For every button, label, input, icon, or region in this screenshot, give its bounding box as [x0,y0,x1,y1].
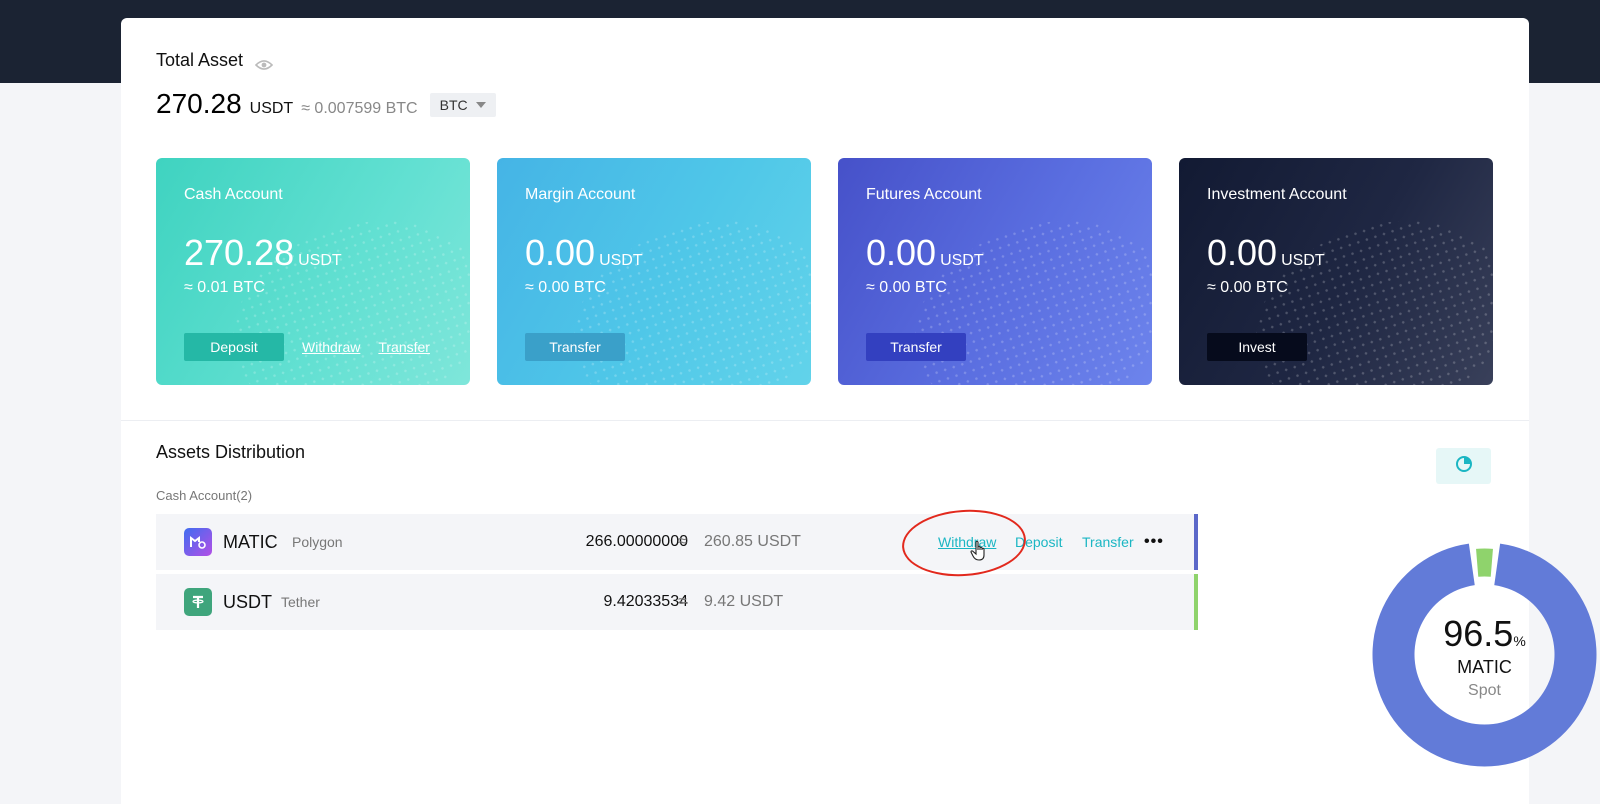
asset-amount: 266.00000000 [585,533,688,550]
card-unit: USDT [298,252,342,269]
cash-account-card: Cash Account 270.28 USDT ≈ 0.01 BTC Depo… [156,158,470,385]
asset-usdt-value: 9.42 USDT [704,593,784,610]
donut-spot-label: Spot [1468,682,1501,699]
approx-sign: ≈ [678,593,687,610]
donut-segment-usdt [1476,548,1493,577]
withdraw-link[interactable]: Withdraw [302,339,360,355]
card-amount: 0.00 [1207,232,1278,273]
card-title: Cash Account [184,186,283,203]
asset-color-bar [1194,514,1198,570]
donut-percent: 96.5 [1443,613,1514,654]
total-asset-unit: USDT [249,100,294,117]
more-options-button[interactable]: ••• [1144,533,1164,551]
asset-name: Tether [281,594,320,610]
approx-sign: ≈ [678,533,687,550]
eye-icon[interactable] [254,55,274,70]
card-btc-value: ≈ 0.01 BTC [184,279,265,296]
card-amount: 0.00 [866,232,937,273]
asset-row-usdt[interactable]: USDT Tether 9.42033534 ≈ 9.42 USDT [156,574,1198,630]
tether-logo-icon [184,588,212,616]
asset-amount: 9.42033534 [603,593,688,610]
margin-account-card: Margin Account 0.00 USDT ≈ 0.00 BTC Tran… [497,158,811,385]
assets-distribution-title: Assets Distribution [156,442,306,462]
total-asset-header: Total Asset [156,50,274,71]
card-btc-value: ≈ 0.00 BTC [1207,279,1288,296]
asset-symbol: MATIC [223,531,278,552]
donut-coin: MATIC [1457,657,1512,677]
margin-transfer-button[interactable]: Transfer [525,333,625,361]
hand-cursor-icon [970,540,988,562]
total-asset-amount: 270.28 [156,88,242,119]
currency-select-value: BTC [439,97,468,113]
account-cards: Cash Account 270.28 USDT ≈ 0.01 BTC Depo… [156,158,1493,385]
donut-center-label: 96.5% MATIC Spot [1372,613,1597,700]
asset-usdt-value: 260.85 USDT [704,533,801,550]
asset-row-matic[interactable]: MATIC Polygon 266.00000000 ≈ 260.85 USDT… [156,514,1198,570]
futures-account-card: Futures Account 0.00 USDT ≈ 0.00 BTC Tra… [838,158,1152,385]
card-unit: USDT [599,252,643,269]
card-btc-value: ≈ 0.00 BTC [525,279,606,296]
card-unit: USDT [1281,252,1325,269]
card-amount: 270.28 [184,232,295,273]
total-asset-balance: 270.28 USDT ≈ 0.007599 BTC BTC [156,88,496,120]
deposit-button[interactable]: Deposit [184,333,284,361]
currency-select[interactable]: BTC [429,93,496,117]
asset-symbol: USDT [223,591,272,612]
matic-logo-icon [184,528,212,556]
total-asset-approx-btc: ≈ 0.007599 BTC [301,100,418,117]
card-unit: USDT [940,252,984,269]
asset-color-bar [1194,574,1198,630]
investment-account-card: Investment Account 0.00 USDT ≈ 0.00 BTC … [1179,158,1493,385]
asset-name: Polygon [292,534,343,550]
donut-percent-sign: % [1513,633,1526,649]
invest-button[interactable]: Invest [1207,333,1307,361]
futures-transfer-button[interactable]: Transfer [866,333,966,361]
chart-toggle-button[interactable] [1436,448,1491,484]
transfer-link[interactable]: Transfer [378,339,430,355]
row-transfer-link[interactable]: Transfer [1082,534,1134,550]
section-divider [121,420,1529,421]
total-asset-title: Total Asset [156,50,244,70]
card-amount: 0.00 [525,232,596,273]
card-btc-value: ≈ 0.00 BTC [866,279,947,296]
caret-down-icon [475,102,486,108]
pie-chart-icon [1455,455,1473,478]
card-title: Futures Account [866,186,982,203]
card-title: Investment Account [1207,186,1347,203]
card-title: Margin Account [525,186,636,203]
assets-panel: Total Asset 270.28 USDT ≈ 0.007599 BTC B… [121,18,1597,804]
cash-account-count: Cash Account(2) [156,488,253,503]
